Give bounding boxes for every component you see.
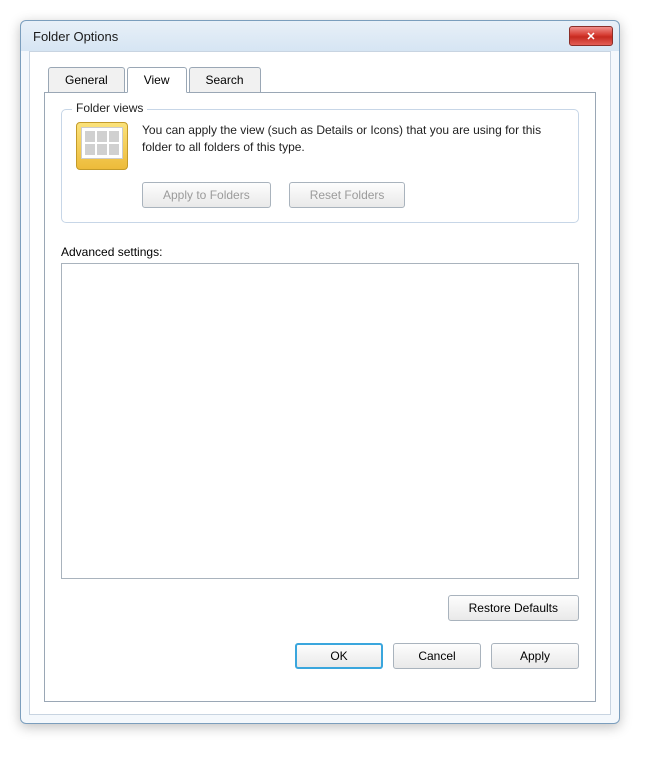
folder-views-group: Folder views You can apply the view (suc… xyxy=(61,109,579,223)
titlebar: Folder Options ✕ xyxy=(21,21,619,51)
reset-folders-button[interactable]: Reset Folders xyxy=(289,182,406,208)
advanced-settings-label: Advanced settings: xyxy=(61,245,579,259)
tab-general[interactable]: General xyxy=(48,67,125,93)
dialog-buttons: OK Cancel Apply xyxy=(61,643,579,669)
dialog-content: General View Search Folder views You can… xyxy=(29,51,611,715)
window-title: Folder Options xyxy=(33,29,118,44)
close-button[interactable]: ✕ xyxy=(569,26,613,46)
folder-options-window: Folder Options ✕ General View Search Fol… xyxy=(20,20,620,724)
cancel-button[interactable]: Cancel xyxy=(393,643,481,669)
apply-to-folders-button[interactable]: Apply to Folders xyxy=(142,182,271,208)
tab-body: Folder views You can apply the view (suc… xyxy=(44,92,596,702)
tab-view[interactable]: View xyxy=(127,67,187,93)
tab-search[interactable]: Search xyxy=(189,67,261,93)
ok-button[interactable]: OK xyxy=(295,643,383,669)
folder-preview-icon xyxy=(76,122,128,170)
advanced-settings-tree[interactable] xyxy=(61,263,579,579)
tab-strip: General View Search xyxy=(48,67,596,93)
folder-views-legend: Folder views xyxy=(72,101,147,115)
folder-views-text: You can apply the view (such as Details … xyxy=(142,122,564,156)
restore-defaults-button[interactable]: Restore Defaults xyxy=(448,595,579,621)
apply-button[interactable]: Apply xyxy=(491,643,579,669)
close-icon: ✕ xyxy=(586,30,595,43)
